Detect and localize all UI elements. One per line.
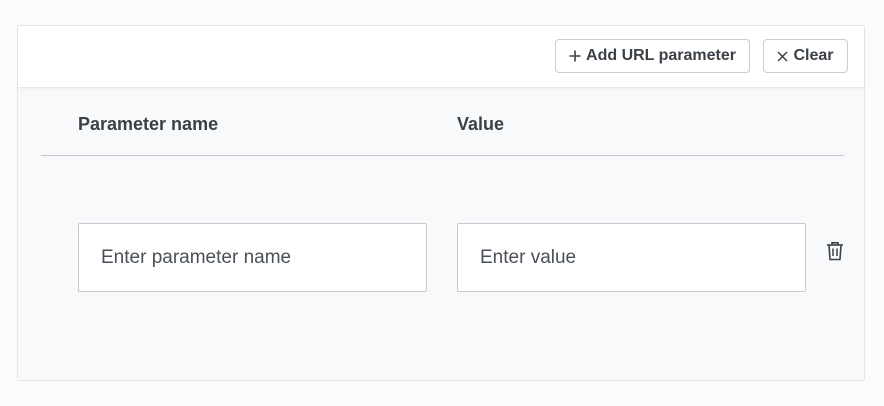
column-header-parameter-name: Parameter name (78, 114, 219, 134)
add-url-parameter-button[interactable]: Add URL parameter (555, 39, 750, 73)
header-divider (41, 155, 844, 156)
parameter-value-input[interactable] (457, 223, 806, 292)
parameter-name-input[interactable] (78, 223, 427, 292)
plus-icon (569, 50, 581, 62)
close-icon (777, 50, 789, 62)
column-header-value: Value (457, 114, 505, 134)
clear-button[interactable]: Clear (763, 39, 848, 73)
add-url-parameter-label: Add URL parameter (586, 47, 736, 64)
url-parameters-panel: Add URL parameter Clear Parameter name V… (17, 25, 865, 381)
trash-icon[interactable] (825, 240, 845, 262)
clear-label: Clear (793, 47, 834, 64)
parameters-toolbar: Add URL parameter Clear (18, 26, 864, 88)
